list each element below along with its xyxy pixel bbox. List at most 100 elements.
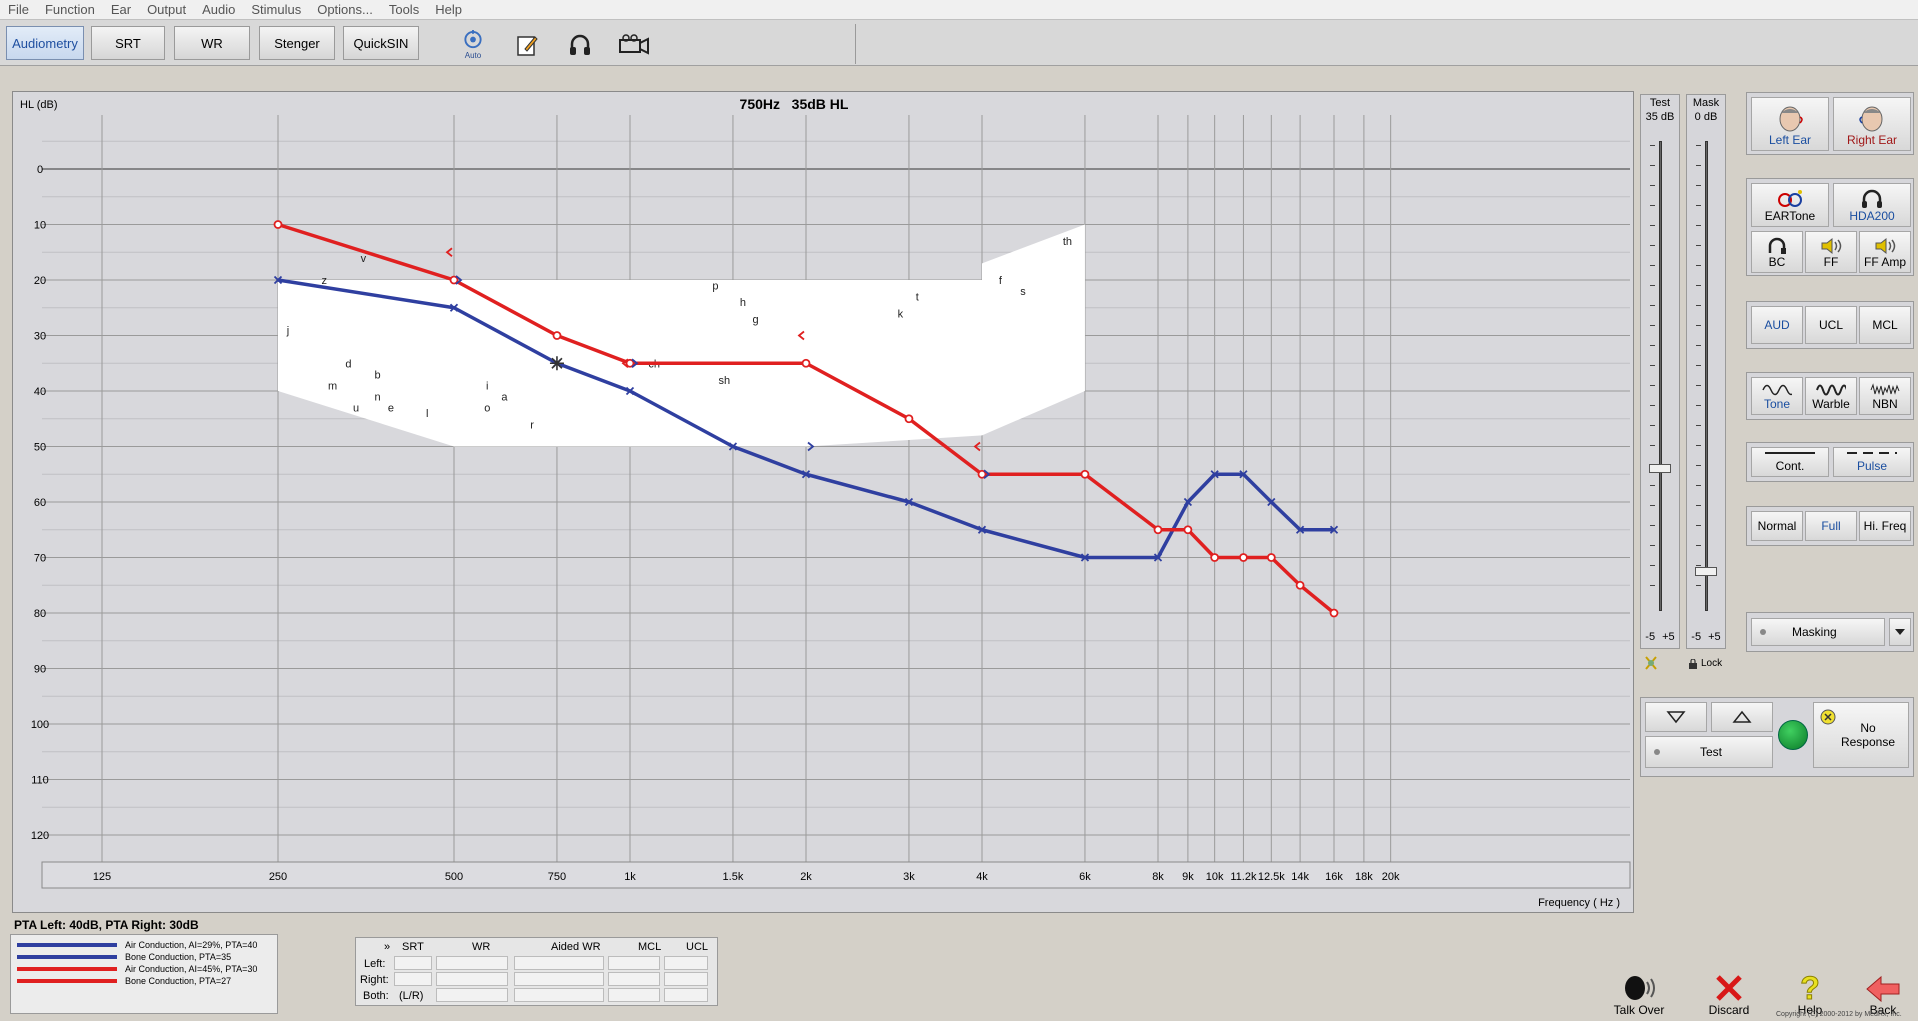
ff-amp-label: FF Amp [1863, 255, 1906, 269]
score-cell[interactable] [664, 956, 708, 970]
slider-tick [1650, 425, 1655, 426]
score-cell[interactable] [664, 972, 708, 986]
increase-level-button[interactable] [1711, 702, 1773, 732]
pulse-button[interactable]: Pulse [1833, 447, 1911, 477]
continuous-button[interactable]: Cont. [1751, 447, 1829, 477]
speech-sound-label: g [753, 314, 759, 326]
x-tick-label: 1.5k [723, 871, 744, 883]
left-ear-label: Left Ear [1768, 133, 1812, 147]
x-tick-label: 2k [800, 871, 812, 883]
mask-level-track[interactable] [1705, 141, 1708, 611]
score-cell[interactable] [514, 988, 604, 1002]
y-tick-label: 60 [34, 497, 46, 509]
normal-range-button[interactable]: Normal [1751, 511, 1803, 541]
back-arrow-icon [1866, 975, 1900, 1003]
left-ear-button[interactable]: Left Ear [1751, 97, 1829, 151]
speaker-icon [1821, 237, 1842, 255]
frequency-cursor [549, 356, 564, 371]
test-level-track[interactable] [1659, 141, 1662, 611]
ff-button[interactable]: FF [1805, 231, 1857, 273]
speech-sound-label: u [353, 403, 359, 415]
slider-tick [1696, 545, 1701, 546]
mcl-button[interactable]: MCL [1859, 306, 1911, 344]
slider-tick [1696, 145, 1701, 146]
score-cell[interactable] [608, 988, 660, 1002]
col-header-mcl: MCL [638, 941, 662, 953]
slider-tick [1650, 205, 1655, 206]
test-button[interactable]: Test [1645, 736, 1773, 768]
score-cell[interactable] [436, 956, 508, 970]
slider-tick [1696, 465, 1701, 466]
speech-sound-label: r [530, 419, 534, 431]
score-cell[interactable] [394, 972, 432, 986]
eartone-button[interactable]: EARTone [1751, 183, 1829, 227]
talk-over-button[interactable]: Talk Over [1606, 955, 1672, 1017]
decrease-level-button[interactable] [1645, 702, 1707, 732]
y-tick-label: 90 [34, 664, 46, 676]
warble-button[interactable]: Warble [1805, 377, 1857, 415]
test-level-value: 35 dB [1645, 111, 1675, 123]
speech-sound-label: o [484, 403, 490, 415]
no-response-button[interactable]: No Response [1813, 702, 1909, 768]
eartone-icon [1778, 190, 1802, 207]
col-header-wr: WR [472, 941, 491, 953]
hda200-label: HDA200 [1849, 209, 1895, 223]
aud-button[interactable]: AUD [1751, 306, 1803, 344]
speech-sound-label: d [345, 358, 351, 370]
back-button[interactable]: Back [1850, 955, 1916, 1017]
slider-tick [1650, 225, 1655, 226]
score-cell[interactable] [436, 972, 508, 986]
masking-dropdown-button[interactable] [1889, 618, 1911, 646]
response-indicator-light [1778, 720, 1808, 750]
ff-amp-button[interactable]: FF Amp [1859, 231, 1911, 273]
data-point [1329, 608, 1339, 618]
help-button[interactable]: ? Help [1777, 955, 1843, 1017]
score-cell[interactable] [394, 956, 432, 970]
right-ear-face-icon [1859, 106, 1883, 132]
pin-icon[interactable] [1643, 655, 1659, 674]
tone-label: Tone [1763, 397, 1791, 411]
legend-swatch [17, 967, 117, 971]
slider-tick [1650, 385, 1655, 386]
masking-button[interactable]: Masking [1751, 618, 1885, 646]
lock-toggle[interactable]: Lock [1688, 658, 1722, 669]
nbn-button[interactable]: NBN [1859, 377, 1911, 415]
slider-tick [1650, 525, 1655, 526]
expand-table-toggle[interactable]: » [384, 941, 390, 953]
presentation-group: Cont. Pulse [1746, 442, 1914, 482]
hi-freq-range-button[interactable]: Hi. Freq [1859, 511, 1911, 541]
audiogram-chart[interactable]: vzjdbmnu e liaorphgchshktfsth 010203040506… [0, 0, 1634, 915]
score-cell[interactable] [514, 956, 604, 970]
ucl-button[interactable]: UCL [1805, 306, 1857, 344]
mask-level-thumb[interactable] [1695, 567, 1717, 577]
y-tick-label: 80 [34, 608, 46, 620]
legend-item: Bone Conduction, PTA=35 [17, 952, 231, 962]
test-button-label: Test [1700, 745, 1723, 759]
test-indicator [1654, 749, 1660, 755]
score-cell[interactable] [608, 956, 660, 970]
full-range-button[interactable]: Full [1805, 511, 1857, 541]
mask-level-title: Mask [1692, 97, 1720, 109]
bc-button[interactable]: BC [1751, 231, 1803, 273]
col-header-aided-wr: Aided WR [551, 941, 601, 953]
hda200-button[interactable]: HDA200 [1833, 183, 1911, 227]
score-cell[interactable] [436, 988, 508, 1002]
slider-tick [1650, 365, 1655, 366]
score-cell[interactable] [608, 972, 660, 986]
slider-tick [1650, 345, 1655, 346]
test-level-thumb[interactable] [1649, 463, 1671, 473]
x-tick-label: 250 [269, 871, 287, 883]
speech-sound-label: p [712, 281, 718, 293]
x-tick-label: 10k [1206, 871, 1224, 883]
right-ear-button[interactable]: Right Ear [1833, 97, 1911, 151]
tone-button[interactable]: Tone [1751, 377, 1803, 415]
speech-sound-label: t [916, 292, 919, 304]
slider-tick [1696, 305, 1701, 306]
discard-button[interactable]: Discard [1696, 955, 1762, 1017]
y-axis-label: HL (dB) [20, 99, 58, 111]
score-cell[interactable] [514, 972, 604, 986]
right-ear-label: Right Ear [1846, 133, 1898, 147]
speech-sound-label: m [328, 380, 337, 392]
close-icon [1716, 975, 1742, 1001]
score-cell[interactable] [664, 988, 708, 1002]
